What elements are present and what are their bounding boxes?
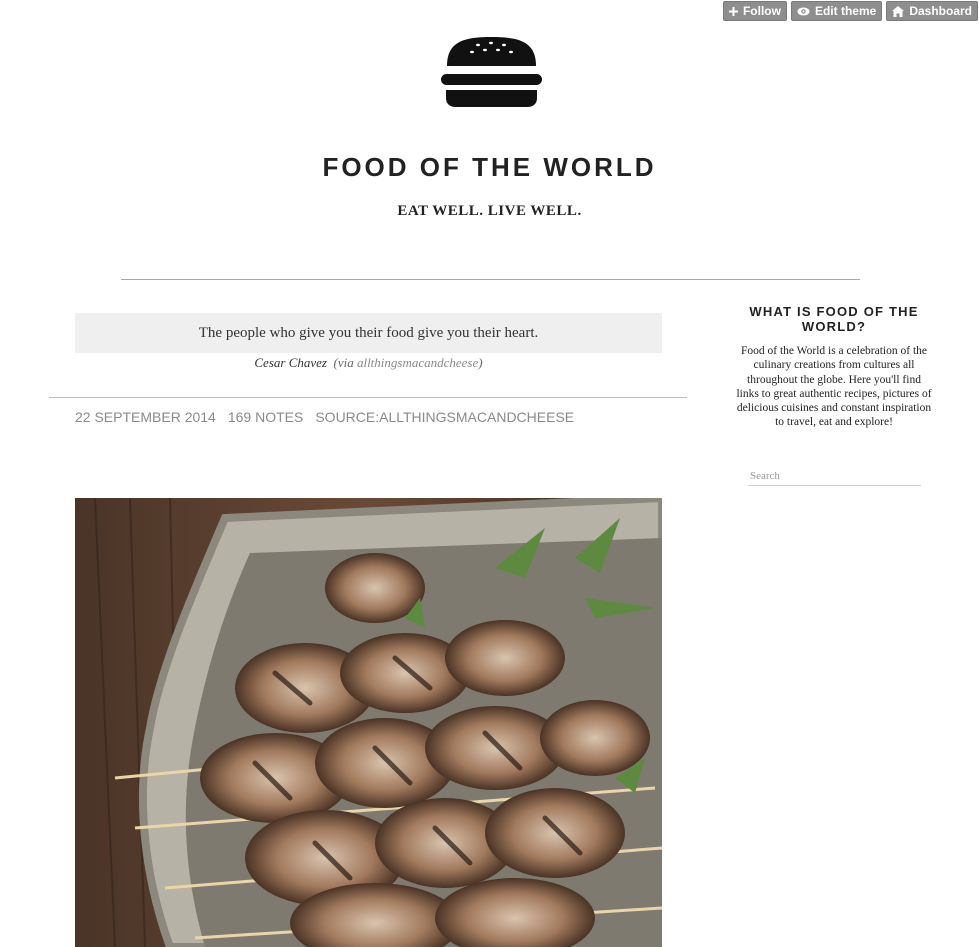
post-notes[interactable]: 169 NOTES xyxy=(228,409,303,425)
sidebar-description: Food of the World is a celebration of th… xyxy=(736,345,932,429)
dashboard-button[interactable]: Dashboard xyxy=(886,1,978,21)
burger-icon[interactable] xyxy=(441,36,542,108)
quote-text: The people who give you their food give … xyxy=(198,324,539,341)
edit-theme-button[interactable]: Edit theme xyxy=(790,1,883,21)
post-source[interactable]: SOURCE:ALLTHINGSMACANDCHEESE xyxy=(315,409,574,425)
site-title[interactable]: FOOD OF THE WORLD xyxy=(0,152,979,183)
sidebar-title: WHAT IS FOOD OF THE WORLD? xyxy=(749,304,919,334)
plus-icon xyxy=(728,6,738,16)
post-photo[interactable] xyxy=(75,498,662,947)
tumblr-controls: Follow Edit theme Dashboard xyxy=(722,1,978,21)
edit-theme-label: Edit theme xyxy=(814,4,877,18)
search-input[interactable] xyxy=(748,466,921,486)
follow-button[interactable]: Follow xyxy=(722,1,787,21)
eye-icon xyxy=(797,7,810,15)
post-meta: 22 SEPTEMBER 2014 169 NOTES SOURCE:ALLTH… xyxy=(75,409,574,425)
site-subtitle: EAT WELL. LIVE WELL. xyxy=(397,203,582,219)
quote-source: Cesar Chavez (via allthingsmacandcheese) xyxy=(75,355,662,371)
home-icon xyxy=(892,5,905,17)
post-date[interactable]: 22 SEPTEMBER 2014 xyxy=(75,409,216,425)
quote-author: Cesar Chavez xyxy=(254,355,327,370)
dashboard-label: Dashboard xyxy=(909,4,972,18)
follow-label: Follow xyxy=(742,4,781,18)
header-divider xyxy=(121,279,860,280)
via-suffix: ) xyxy=(478,355,483,370)
post-divider xyxy=(49,397,687,398)
food-photo-illustration xyxy=(75,498,662,947)
via-link[interactable]: allthingsmacandcheese xyxy=(357,355,478,370)
sidebar: WHAT IS FOOD OF THE WORLD? Food of the W… xyxy=(735,304,933,486)
quote-box: The people who give you their food give … xyxy=(75,313,662,353)
via-prefix: (via xyxy=(333,355,354,370)
